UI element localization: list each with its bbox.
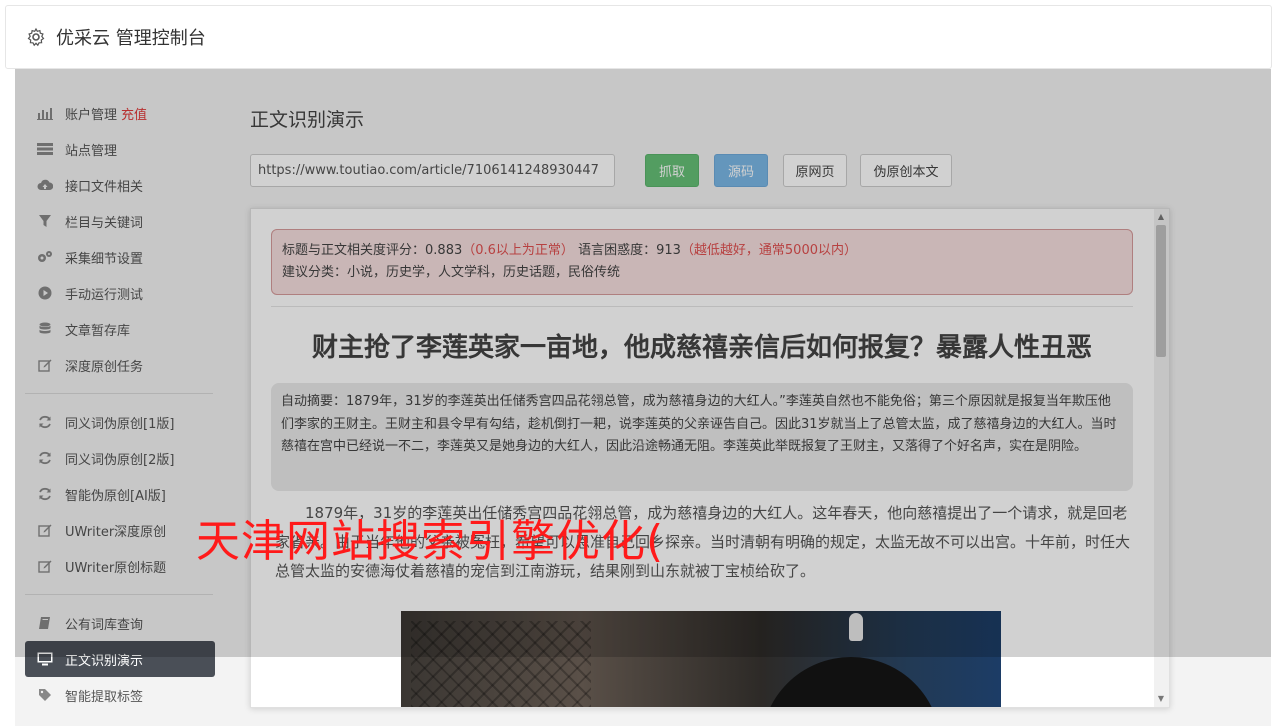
relevance-value: 0.883: [425, 243, 463, 258]
main-area: 账户管理 充值 站点管理 接口文件相关 栏目与关键词 采集细节设置 手动运行测试…: [15, 69, 1271, 726]
sidebar-item-label: 文章暂存库: [65, 323, 131, 339]
rewrite-article-button[interactable]: 伪原创本文: [860, 154, 952, 187]
watermark-text: 天津网站搜索引擎优化(: [196, 516, 665, 567]
divider: [271, 306, 1133, 307]
image-hat-knob: [849, 613, 863, 641]
sidebar-item-uwriter-original[interactable]: UWriter深度原创: [25, 512, 215, 548]
app-header: 优采云 管理控制台: [5, 5, 1272, 69]
gears-icon: [37, 249, 53, 265]
sidebar-item-ai-rewrite[interactable]: 智能伪原创[AI版]: [25, 476, 215, 512]
refresh-icon: [37, 414, 53, 430]
perplexity-label: 语言困惑度：: [578, 243, 657, 258]
sidebar-item-deep-original[interactable]: 深度原创任务: [25, 347, 215, 383]
article-title: 财主抢了李莲英家一亩地，他成慈禧亲信后如何报复？暴露人性丑恶: [311, 333, 1092, 363]
sidebar-item-manual-run[interactable]: 手动运行测试: [25, 275, 215, 311]
url-input[interactable]: https://www.toutiao.com/article/71061412…: [250, 154, 615, 187]
edit-icon: [37, 357, 53, 373]
sidebar-item-label: 站点管理: [65, 143, 118, 159]
panel-scrollbar[interactable]: ▲ ▼: [1154, 209, 1169, 707]
sidebar-item-collect-settings[interactable]: 采集细节设置: [25, 239, 215, 275]
result-panel: 标题与正文相关度评分：0.883（0.6以上为正常） 语言困惑度：913（越低越…: [250, 208, 1170, 708]
sidebar-item-label: 同义词伪原创[2版]: [65, 452, 175, 468]
sidebar-item-label: UWriter原创标题: [65, 560, 167, 576]
sidebar-item-label: 接口文件相关: [65, 179, 144, 195]
image-hat: [761, 657, 941, 707]
book-icon: [37, 615, 53, 631]
sidebar: 账户管理 充值 站点管理 接口文件相关 栏目与关键词 采集细节设置 手动运行测试…: [25, 95, 215, 713]
page-title: 正文识别演示: [250, 109, 365, 131]
sidebar-item-label: 正文识别演示: [65, 653, 144, 669]
filter-icon: [37, 213, 53, 229]
sidebar-divider: [25, 393, 213, 394]
scroll-up-arrow-icon[interactable]: ▲: [1156, 212, 1166, 222]
auto-summary: 自动摘要：1879年，31岁的李莲英出任储秀宫四品花翎总管，成为慈禧身边的大红人…: [271, 383, 1133, 491]
sidebar-item-synonym-v1[interactable]: 同义词伪原创[1版]: [25, 404, 215, 440]
app-title: 优采云 管理控制台: [56, 28, 206, 49]
sidebar-item-smart-tags[interactable]: 智能提取标签: [25, 677, 215, 713]
sidebar-item-public-dictionary[interactable]: 公有词库查询: [25, 605, 215, 641]
gear-icon: [27, 27, 45, 47]
edit-icon: [37, 558, 53, 574]
chart-icon: [37, 105, 53, 121]
sidebar-item-label: 手动运行测试: [65, 287, 144, 303]
image-lattice: [411, 621, 591, 707]
sidebar-item-account[interactable]: 账户管理 充值: [25, 95, 215, 131]
sidebar-item-columns-keywords[interactable]: 栏目与关键词: [25, 203, 215, 239]
scroll-down-arrow-icon[interactable]: ▼: [1156, 694, 1166, 704]
perplexity-note: （越低越好，通常5000以内）: [680, 243, 857, 258]
relevance-label: 标题与正文相关度评分：: [282, 243, 426, 258]
sidebar-item-label: 采集细节设置: [65, 251, 144, 267]
article-image: [401, 611, 1001, 707]
sidebar-item-label: 账户管理: [65, 107, 118, 123]
scroll-thumb[interactable]: [1156, 225, 1166, 357]
original-page-button[interactable]: 原网页: [783, 154, 847, 187]
sidebar-item-article-storage[interactable]: 文章暂存库: [25, 311, 215, 347]
sidebar-item-content-recognition[interactable]: 正文识别演示: [25, 641, 215, 677]
tag-icon: [37, 687, 53, 703]
sidebar-item-label: 公有词库查询: [65, 617, 144, 633]
score-line: 标题与正文相关度评分：0.883（0.6以上为正常） 语言困惑度：913（越低越…: [282, 240, 1122, 262]
sidebar-item-label: UWriter深度原创: [65, 524, 167, 540]
category-line: 建议分类：小说，历史学，人文学科，历史话题，民俗传统: [282, 265, 621, 280]
sidebar-divider: [25, 594, 213, 595]
sidebar-item-synonym-v2[interactable]: 同义词伪原创[2版]: [25, 440, 215, 476]
perplexity-value: 913: [656, 243, 681, 258]
fetch-button[interactable]: 抓取: [645, 154, 699, 187]
relevance-note: （0.6以上为正常）: [462, 243, 574, 258]
sidebar-item-sites[interactable]: 站点管理: [25, 131, 215, 167]
recharge-link[interactable]: 充值: [121, 104, 147, 123]
refresh-icon: [37, 486, 53, 502]
sidebar-item-interface-files[interactable]: 接口文件相关: [25, 167, 215, 203]
monitor-icon: [37, 651, 53, 667]
sidebar-item-label: 智能伪原创[AI版]: [65, 488, 166, 504]
play-circle-icon: [37, 285, 53, 301]
database-icon: [37, 321, 53, 337]
analysis-alert: 标题与正文相关度评分：0.883（0.6以上为正常） 语言困惑度：913（越低越…: [271, 229, 1133, 295]
sidebar-item-uwriter-title[interactable]: UWriter原创标题: [25, 548, 215, 584]
refresh-icon: [37, 450, 53, 466]
sidebar-item-label: 智能提取标签: [65, 689, 144, 705]
source-button[interactable]: 源码: [714, 154, 768, 187]
cloud-upload-icon: [37, 177, 53, 193]
sidebar-item-label: 深度原创任务: [65, 359, 144, 375]
edit-icon: [37, 522, 53, 538]
server-icon: [37, 141, 53, 157]
sidebar-item-label: 同义词伪原创[1版]: [65, 416, 175, 432]
sidebar-item-label: 栏目与关键词: [65, 215, 144, 231]
